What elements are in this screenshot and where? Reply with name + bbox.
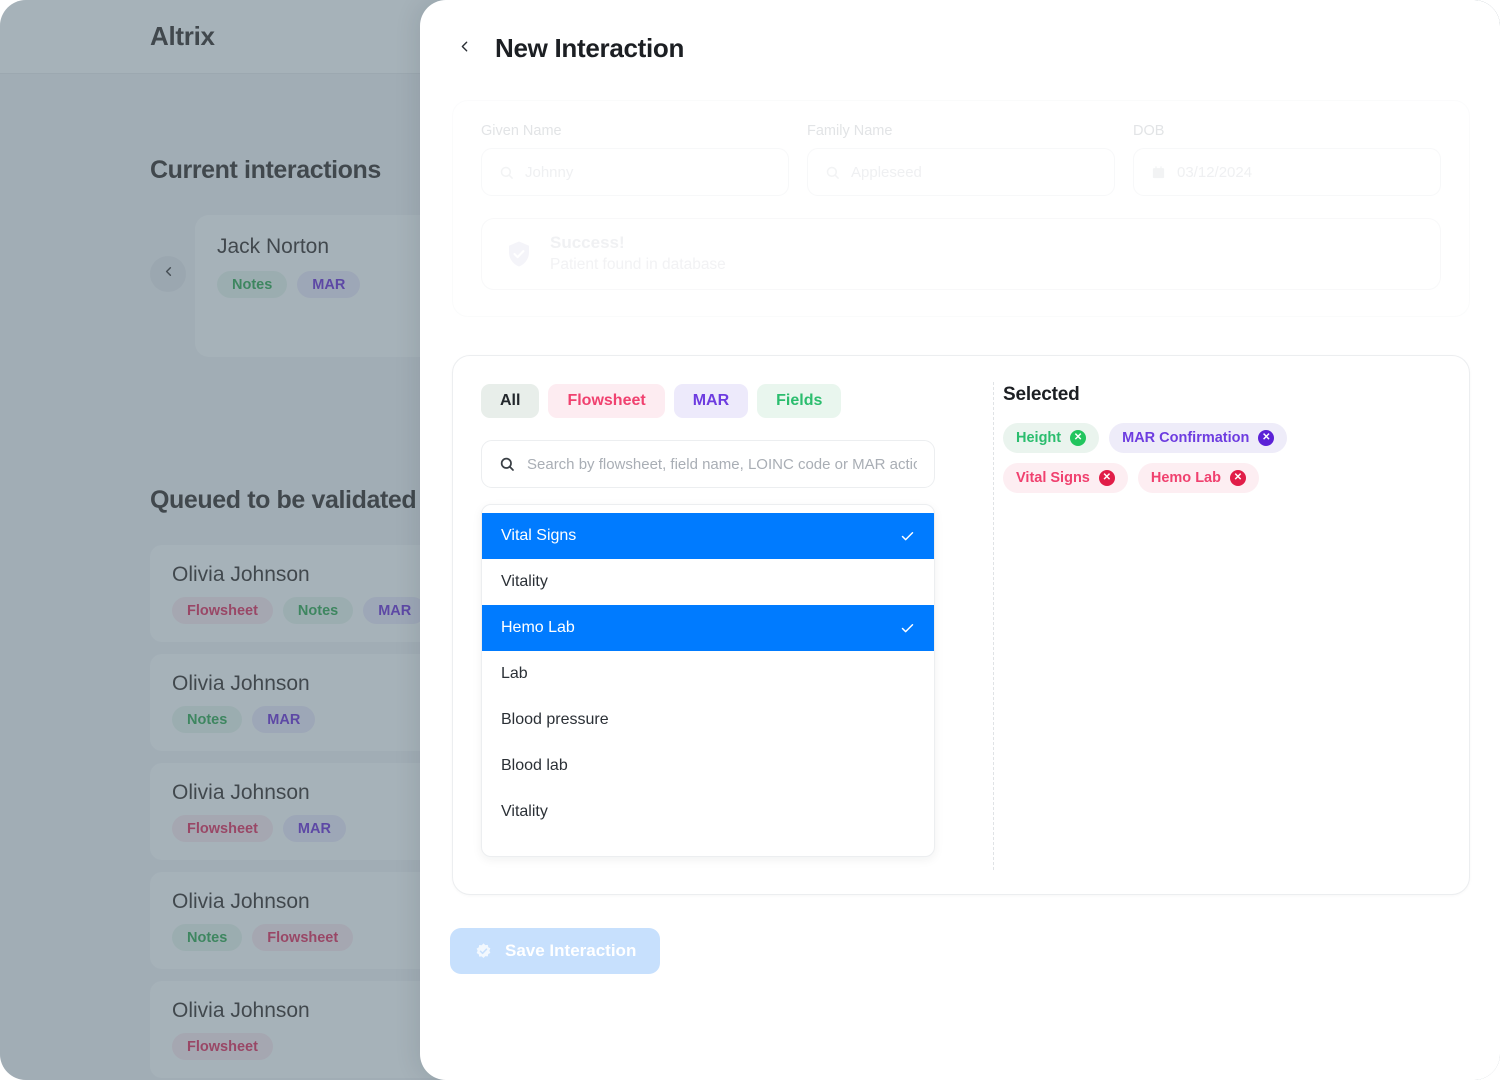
success-banner: Success! Patient found in database xyxy=(481,218,1441,290)
calendar-icon xyxy=(1151,165,1166,180)
given-name-label: Given Name xyxy=(481,123,562,139)
chip-label: Hemo Lab xyxy=(1150,470,1221,486)
dropdown-item-vitality-2[interactable]: Vitality xyxy=(482,789,934,835)
dropdown-item-blood-lab[interactable]: Blood lab xyxy=(482,743,934,789)
given-name-placeholder: Johnny xyxy=(525,163,574,181)
dropdown-item-vitality[interactable]: Vitality xyxy=(482,559,934,605)
chip-label: Height xyxy=(1016,430,1062,446)
dropdown-item-hemo-lab[interactable]: Hemo Lab xyxy=(482,605,934,651)
family-name-placeholder: Appleseed xyxy=(851,163,922,181)
modal-header: New Interaction xyxy=(420,0,1500,64)
patient-lookup-card: Given Name Johnny Family Name Appleseed … xyxy=(452,100,1470,317)
dropdown-item-label: Vitality xyxy=(501,803,548,820)
save-button-label: Save Interaction xyxy=(505,941,637,960)
check-icon xyxy=(900,529,915,544)
dropdown-item-label: Vitality xyxy=(501,573,548,590)
check-badge-icon xyxy=(474,942,493,961)
search-box[interactable] xyxy=(481,440,935,488)
selected-pane: Selected Height ✕ MAR Confirmation ✕ Vit… xyxy=(963,356,1469,894)
dob-label: DOB xyxy=(1133,123,1165,139)
tab-fields[interactable]: Fields xyxy=(757,384,842,418)
page-title: New Interaction xyxy=(495,33,685,63)
chevron-left-icon xyxy=(456,38,473,60)
back-button[interactable] xyxy=(453,34,475,64)
family-name-label: Family Name xyxy=(807,123,893,139)
pane-divider xyxy=(993,382,994,870)
shield-check-icon xyxy=(504,239,534,269)
dob-placeholder: 03/12/2024 xyxy=(1177,163,1253,181)
close-circle-icon[interactable]: ✕ xyxy=(1098,470,1115,486)
dropdown-item-label: Hemo Lab xyxy=(501,619,575,636)
dob-field[interactable]: 03/12/2024 xyxy=(1133,148,1441,196)
selected-chip-height[interactable]: Height ✕ xyxy=(1003,423,1100,453)
success-text-block: Success! Patient found in database xyxy=(550,232,726,276)
dob-group: DOB 03/12/2024 xyxy=(1133,123,1441,196)
success-subtitle: Patient found in database xyxy=(550,256,726,273)
search-icon xyxy=(499,456,515,472)
tab-flowsheet[interactable]: Flowsheet xyxy=(548,384,665,418)
selected-title: Selected xyxy=(1003,384,1080,405)
item-selector-card: All Flowsheet MAR Fields Vital Sig xyxy=(452,355,1470,895)
close-circle-icon[interactable]: ✕ xyxy=(1229,470,1246,486)
given-name-field[interactable]: Johnny xyxy=(481,148,789,196)
selected-chip-vital-signs[interactable]: Vital Signs ✕ xyxy=(1003,463,1128,493)
patient-name-fields: Given Name Johnny Family Name Appleseed … xyxy=(481,123,1441,196)
selector-search-pane: All Flowsheet MAR Fields Vital Sig xyxy=(453,356,994,894)
chip-label: Vital Signs xyxy=(1016,470,1090,486)
tab-mar[interactable]: MAR xyxy=(673,384,749,418)
app-root: Altrix Current interactions Jack Norton xyxy=(0,0,1500,1080)
check-icon xyxy=(900,621,915,636)
dropdown-item-vital-signs[interactable]: Vital Signs xyxy=(482,513,934,559)
given-name-group: Given Name Johnny xyxy=(481,123,789,196)
new-interaction-modal: New Interaction Given Name Johnny Family… xyxy=(420,0,1500,1080)
chip-label: MAR Confirmation xyxy=(1122,430,1250,446)
dropdown-item-label: Blood lab xyxy=(501,757,568,774)
selected-chips: Height ✕ MAR Confirmation ✕ Vital Signs … xyxy=(1003,423,1403,493)
search-icon xyxy=(825,165,840,180)
selected-chip-hemo-lab[interactable]: Hemo Lab ✕ xyxy=(1137,463,1259,493)
dropdown-item-label: Vital Signs xyxy=(501,527,577,544)
family-name-group: Family Name Appleseed xyxy=(807,123,1115,196)
search-icon xyxy=(499,165,514,180)
search-input[interactable] xyxy=(527,455,917,473)
search-results-dropdown[interactable]: Vital Signs Vitality Hemo Lab Lab Blood … xyxy=(481,504,935,857)
selected-chip-mar-confirmation[interactable]: MAR Confirmation ✕ xyxy=(1109,423,1288,453)
save-interaction-button[interactable]: Save Interaction xyxy=(450,928,661,974)
dropdown-item-label: Lab xyxy=(501,665,528,682)
filter-tabs: All Flowsheet MAR Fields xyxy=(481,384,935,418)
dropdown-item-blood-pressure[interactable]: Blood pressure xyxy=(482,697,934,743)
success-title: Success! xyxy=(550,233,625,253)
close-circle-icon[interactable]: ✕ xyxy=(1258,430,1275,446)
tab-all[interactable]: All xyxy=(481,384,540,418)
family-name-field[interactable]: Appleseed xyxy=(807,148,1115,196)
dropdown-item-lab[interactable]: Lab xyxy=(482,651,934,697)
close-circle-icon[interactable]: ✕ xyxy=(1070,430,1087,446)
dropdown-item-label: Blood pressure xyxy=(501,711,609,728)
